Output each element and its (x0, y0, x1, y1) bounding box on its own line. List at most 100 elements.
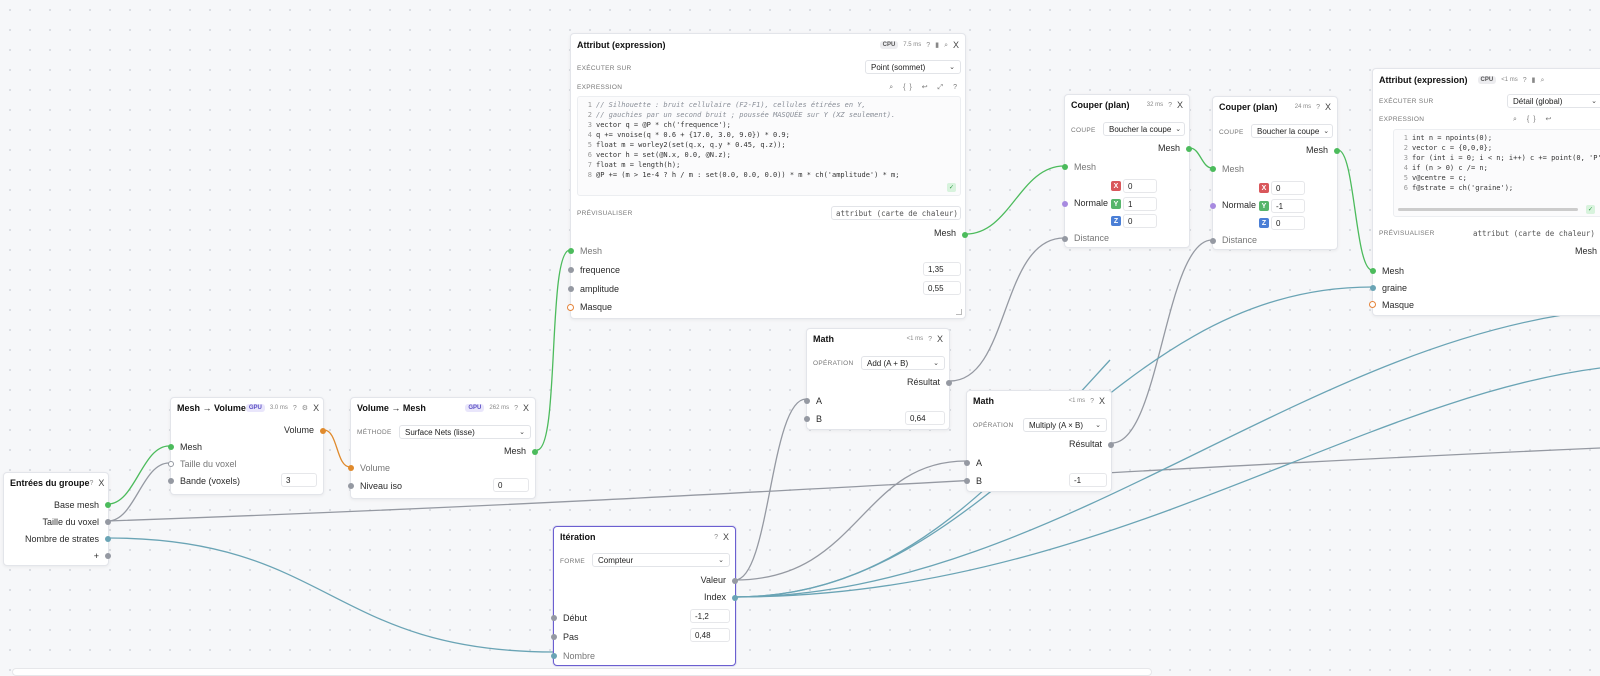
input-port-mesh[interactable] (1062, 164, 1068, 170)
node-cut-plane-2[interactable]: Couper (plan) 24 ms ? X COUPE Boucher la… (1210, 96, 1340, 250)
b-field[interactable]: 0,64 (905, 411, 945, 425)
chart-icon[interactable]: ▮ (1532, 77, 1536, 84)
close-icon[interactable]: X (1325, 102, 1331, 112)
output-port-result[interactable] (1108, 442, 1114, 448)
node-header[interactable]: Entrées du groupe ? X (4, 473, 108, 493)
normal-x-field[interactable]: 0 (1271, 181, 1305, 195)
output-port-index[interactable] (732, 595, 738, 601)
node-iteration[interactable]: Itération ? X FORME Compteur ⌄ Valeur In… (551, 526, 738, 666)
output-port-value[interactable] (732, 578, 738, 584)
output-port-strata-count[interactable] (105, 536, 111, 542)
input-port-mask[interactable] (1369, 301, 1376, 308)
output-port-voxel-size[interactable] (105, 519, 111, 525)
output-port-volume[interactable] (320, 428, 326, 434)
input-port-normal[interactable] (1210, 203, 1216, 209)
operation-select[interactable]: Add (A + B) ⌄ (861, 356, 945, 370)
help-icon[interactable]: ? (1523, 77, 1527, 84)
resize-handle[interactable] (956, 309, 962, 315)
node-header[interactable]: Itération ? X (554, 527, 735, 547)
close-icon[interactable]: X (723, 532, 729, 542)
input-port-mesh[interactable] (1370, 268, 1376, 274)
zoom-icon[interactable]: ⌕ (1540, 77, 1544, 84)
close-icon[interactable]: X (1177, 100, 1183, 110)
input-port-a[interactable] (804, 398, 810, 404)
frequence-field[interactable]: 1,35 (923, 262, 961, 276)
preview-select[interactable]: attribut (carte de chaleur) (1469, 226, 1600, 240)
input-port-voxel-size[interactable] (168, 461, 174, 467)
code-toolbar[interactable]: ⌕ {} ↩ ⤢ ? (889, 83, 961, 92)
close-icon[interactable]: X (313, 403, 319, 413)
settings-icon[interactable]: ⚙ (302, 405, 308, 412)
help-icon[interactable]: ? (293, 405, 297, 412)
normal-x-field[interactable]: 0 (1123, 179, 1157, 193)
step-field[interactable]: 0,48 (690, 628, 730, 642)
output-port-result[interactable] (946, 380, 952, 386)
input-port-count[interactable] (551, 653, 557, 659)
input-port-distance[interactable] (1062, 236, 1068, 242)
input-port-distance[interactable] (1210, 238, 1216, 244)
horizontal-scrollbar[interactable] (1398, 208, 1578, 211)
method-select[interactable]: Surface Nets (lisse) ⌄ (399, 425, 531, 439)
normal-y-field[interactable]: -1 (1271, 199, 1305, 213)
input-port-amplitude[interactable] (568, 286, 574, 292)
zoom-icon[interactable]: ⌕ (944, 42, 948, 49)
node-header[interactable]: Couper (plan) 24 ms ? X (1213, 97, 1337, 117)
node-cut-plane-1[interactable]: Couper (plan) 32 ms ? X COUPE Boucher la… (1062, 94, 1192, 248)
input-port-seed[interactable] (1370, 285, 1376, 291)
help-icon[interactable]: ? (1316, 104, 1320, 111)
node-math-1[interactable]: Math <1 ms ? X OPÉRATION Add (A + B) ⌄ R… (804, 328, 952, 430)
expression-editor[interactable]: 1 // Silhouette : bruit cellulaire (F2-F… (577, 96, 961, 196)
node-volume-to-mesh[interactable]: Volume → Mesh GPU 262 ms ? X MÉTHODE Sur… (348, 397, 538, 499)
close-icon[interactable]: X (98, 478, 104, 488)
iso-field[interactable]: 0 (493, 478, 529, 492)
normal-z-field[interactable]: 0 (1271, 216, 1305, 230)
help-icon[interactable]: ? (514, 405, 518, 412)
output-port-mesh[interactable] (1186, 146, 1192, 152)
output-port-mesh[interactable] (962, 232, 968, 238)
input-port-band[interactable] (168, 478, 174, 484)
expression-editor[interactable]: 1 int n = npoints(0); 2 vector c = {0,0,… (1393, 129, 1600, 217)
input-port-b[interactable] (804, 416, 810, 422)
node-attribute-expression-2[interactable]: Attribut (expression) CPU <1 ms ? ▮ ⌕ EX… (1369, 68, 1600, 316)
cut-select[interactable]: Boucher la coupe ⌄ (1103, 122, 1185, 136)
input-port-b[interactable] (964, 478, 970, 484)
node-header[interactable]: Attribut (expression) CPU <1 ms ? ▮ ⌕ (1373, 69, 1600, 91)
cut-select[interactable]: Boucher la coupe ⌄ (1251, 124, 1333, 138)
help-icon[interactable]: ? (926, 42, 930, 49)
help-icon[interactable]: ? (90, 480, 94, 487)
run-on-select[interactable]: Point (sommet) ⌄ (865, 60, 961, 74)
input-port-iso[interactable] (348, 483, 354, 489)
operation-select[interactable]: Multiply (A × B) ⌄ (1023, 418, 1107, 432)
input-port-normal[interactable] (1062, 201, 1068, 207)
node-header[interactable]: Math <1 ms ? X (967, 391, 1111, 411)
close-icon[interactable]: X (953, 40, 959, 50)
output-port-base-mesh[interactable] (105, 502, 111, 508)
node-math-2[interactable]: Math <1 ms ? X OPÉRATION Multiply (A × B… (964, 390, 1114, 492)
help-icon[interactable]: ? (928, 336, 932, 343)
run-on-select[interactable]: Détail (global) ⌄ (1507, 94, 1600, 108)
node-attribute-expression-1[interactable]: Attribut (expression) CPU 7.5 ms ? ▮ ⌕ X… (567, 33, 968, 319)
band-field[interactable]: 3 (281, 473, 317, 487)
input-port-mesh[interactable] (1210, 166, 1216, 172)
help-icon[interactable]: ? (714, 534, 718, 541)
node-header[interactable]: Volume → Mesh GPU 262 ms ? X (351, 398, 535, 418)
amplitude-field[interactable]: 0,55 (923, 281, 961, 295)
help-icon[interactable]: ? (1090, 398, 1094, 405)
input-port-mesh[interactable] (568, 248, 574, 254)
node-header[interactable]: Couper (plan) 32 ms ? X (1065, 95, 1189, 115)
input-port-a[interactable] (964, 460, 970, 466)
b-field[interactable]: -1 (1069, 473, 1107, 487)
input-port-step[interactable] (551, 634, 557, 640)
close-icon[interactable]: X (1099, 396, 1105, 406)
input-port-frequence[interactable] (568, 267, 574, 273)
node-group-inputs[interactable]: Entrées du groupe ? X Base mesh Taille d… (3, 472, 111, 566)
input-port-start[interactable] (551, 615, 557, 621)
output-port-add[interactable] (105, 553, 111, 559)
output-port-mesh[interactable] (532, 449, 538, 455)
chart-icon[interactable]: ▮ (935, 42, 939, 49)
input-port-mask[interactable] (567, 304, 574, 311)
code-toolbar[interactable]: ⌕ {} ↩ (1513, 115, 1555, 124)
output-port-mesh[interactable] (1334, 148, 1340, 154)
start-field[interactable]: -1,2 (690, 609, 730, 623)
node-header[interactable]: Attribut (expression) CPU 7.5 ms ? ▮ ⌕ X (571, 34, 965, 56)
